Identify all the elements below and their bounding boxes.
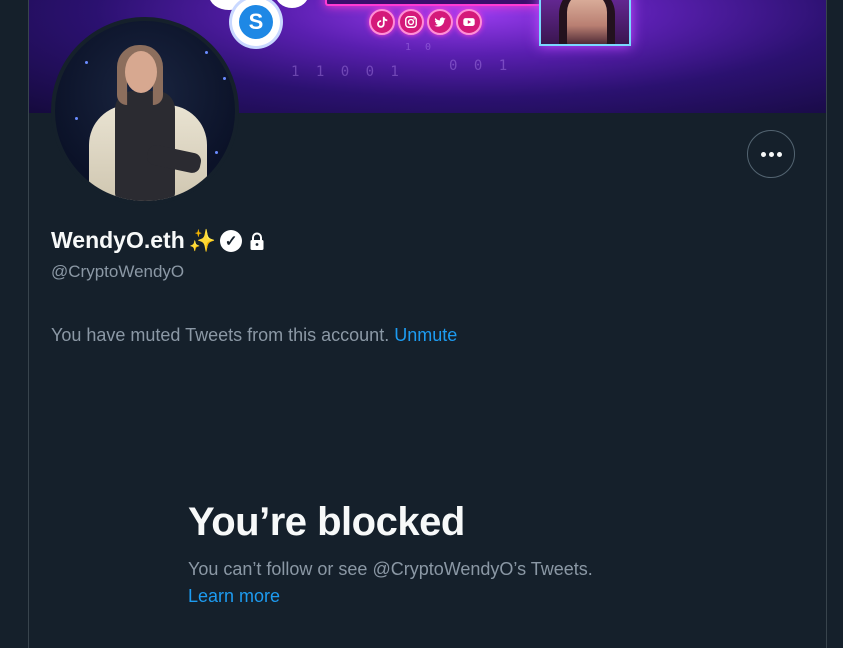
- lock-icon: [250, 232, 264, 250]
- banner-binary-text: 0 0 1: [449, 58, 512, 74]
- banner-coin-s-icon: S: [232, 0, 280, 46]
- more-options-button[interactable]: [747, 130, 795, 178]
- learn-more-link[interactable]: Learn more: [188, 586, 280, 607]
- more-icon: [776, 151, 782, 157]
- more-icon: [760, 151, 766, 157]
- user-handle: @CryptoWendyO: [51, 262, 185, 281]
- verified-icon: ✓: [220, 229, 243, 252]
- banner-portrait: [539, 0, 631, 46]
- twitter-icon: [427, 9, 453, 35]
- coin-letter: S: [239, 5, 273, 39]
- banner-binary-text: 1 0: [405, 42, 436, 53]
- more-icon: [768, 151, 774, 157]
- tiktok-icon: [369, 9, 395, 35]
- display-name-row: WendyO.eth ✨ ✓: [51, 227, 268, 254]
- muted-notice: You have muted Tweets from this account.…: [51, 325, 457, 346]
- banner-binary-text: 1 1 0 0 1: [291, 64, 403, 80]
- avatar[interactable]: [51, 17, 239, 205]
- youtube-icon: [456, 9, 482, 35]
- profile-column: S 1 1 0 0 1 1 0 0 0 1 WendyO.eth ✨ ✓ @Cr…: [28, 0, 827, 648]
- banner-neon-frame: [325, 0, 545, 6]
- muted-message: You have muted Tweets from this account.: [51, 325, 395, 345]
- blocked-subtitle: You can’t follow or see @CryptoWendyO’s …: [188, 559, 593, 579]
- blocked-title: You’re blocked: [188, 500, 465, 544]
- banner-coin-decoration: [275, 0, 309, 8]
- sparkles-icon: ✨: [188, 227, 217, 253]
- display-name: WendyO.eth: [51, 227, 185, 253]
- instagram-icon: [398, 9, 424, 35]
- unmute-link[interactable]: Unmute: [394, 325, 457, 345]
